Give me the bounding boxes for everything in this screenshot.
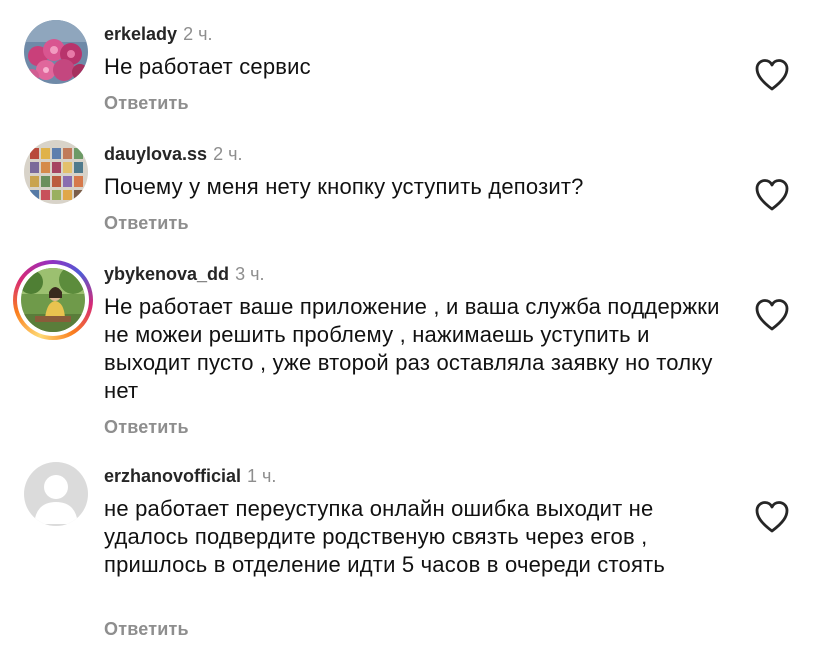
comment-time: 2 ч. xyxy=(183,24,213,44)
like-button[interactable] xyxy=(754,298,790,332)
reply-button[interactable]: Ответить xyxy=(104,213,189,234)
default-avatar-icon xyxy=(24,462,88,526)
like-button[interactable] xyxy=(754,178,790,212)
comment-text: Не работает ваше приложение , и ваша слу… xyxy=(104,294,720,403)
like-button[interactable] xyxy=(754,58,790,92)
heart-outline-icon xyxy=(755,299,789,331)
comment-meta: ybykenova_dd 3 ч. xyxy=(104,262,264,287)
comment-time: 2 ч. xyxy=(213,144,243,164)
avatar[interactable] xyxy=(24,140,88,204)
comment-time: 3 ч. xyxy=(235,264,265,284)
avatar[interactable] xyxy=(24,462,88,526)
like-button[interactable] xyxy=(754,500,790,534)
comment-meta: erkelady 2 ч. xyxy=(104,22,212,47)
username[interactable]: ybykenova_dd xyxy=(104,264,229,284)
heart-outline-icon xyxy=(755,501,789,533)
comment-meta: dauylova.ss 2 ч. xyxy=(104,142,242,167)
heart-outline-icon xyxy=(755,59,789,91)
avatar[interactable] xyxy=(24,20,88,84)
reply-button[interactable]: Ответить xyxy=(104,417,189,438)
username[interactable]: erkelady xyxy=(104,24,177,44)
heart-outline-icon xyxy=(755,179,789,211)
avatar xyxy=(21,268,85,332)
username[interactable]: dauylova.ss xyxy=(104,144,207,164)
reply-button[interactable]: Ответить xyxy=(104,93,189,114)
story-ring[interactable] xyxy=(13,260,93,340)
comment-text: не работает переуступка онлайн ошибка вы… xyxy=(104,496,665,577)
comment-meta: erzhanovofficial 1 ч. xyxy=(104,464,276,489)
comment-time: 1 ч. xyxy=(247,466,277,486)
comment-text: Почему у меня нету кнопку уступить депоз… xyxy=(104,174,584,199)
reply-button[interactable]: Ответить xyxy=(104,619,189,640)
username[interactable]: erzhanovofficial xyxy=(104,466,241,486)
comment-text: Не работает сервис xyxy=(104,54,311,79)
